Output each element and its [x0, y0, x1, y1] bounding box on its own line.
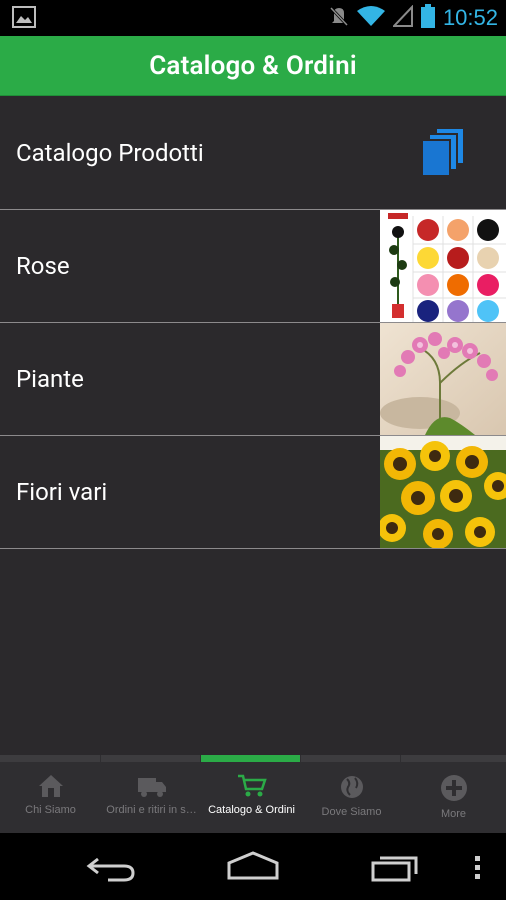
tab-indicator-active [201, 755, 300, 762]
plus-circle-icon [440, 775, 467, 801]
truck-icon [137, 778, 166, 797]
tab-label: Ordini e ritiri in s… [106, 804, 197, 816]
tab-dove-siamo[interactable]: Dove Siamo [301, 762, 402, 833]
tab-indicator [0, 755, 100, 762]
list-item-fiori-vari[interactable]: Fiori vari [0, 436, 506, 549]
tab-indicator [401, 755, 506, 762]
mute-icon [329, 5, 349, 31]
overflow-menu-icon[interactable] [474, 855, 482, 885]
wifi-icon [356, 5, 385, 31]
signal-icon [391, 4, 413, 31]
action-bar: Catalogo & Ordini [0, 36, 506, 96]
home-icon[interactable] [226, 851, 280, 885]
status-clock: 10:52 [442, 5, 498, 30]
tab-catalogo-ordini[interactable]: Catalogo & Ordini [201, 762, 302, 833]
status-bar: 10:52 [0, 0, 506, 36]
orchid-photo [380, 323, 506, 435]
page-title: Catalogo & Ordini [149, 50, 357, 81]
roses-photo [380, 210, 506, 322]
list-item-rose[interactable]: Rose [0, 210, 506, 323]
gallery-notification-icon [12, 6, 38, 28]
list-item-catalogo-prodotti[interactable]: Catalogo Prodotti [0, 96, 506, 210]
list-item-label: Catalogo Prodotti [16, 138, 204, 167]
list-item-label: Fiori vari [16, 478, 108, 506]
tab-label: More [440, 808, 467, 820]
tab-label: Chi Siamo [25, 804, 76, 816]
catalog-list: Catalogo Prodotti Rose Piante Fiori vari [0, 96, 506, 549]
list-item-label: Rose [16, 252, 70, 280]
home-icon [38, 775, 63, 797]
list-item-label: Piante [16, 365, 84, 393]
sunflowers-photo [380, 436, 506, 548]
globe-icon [340, 776, 363, 798]
back-icon[interactable] [86, 853, 136, 887]
system-nav-bar [0, 833, 506, 900]
tab-label: Dove Siamo [321, 806, 382, 818]
list-item-piante[interactable]: Piante [0, 323, 506, 436]
tab-label: Catalogo & Ordini [208, 804, 295, 816]
cart-icon [237, 774, 267, 797]
bottom-tab-bar: Chi Siamo Ordini e ritiri in s… Catalogo… [0, 755, 506, 833]
tab-indicator [301, 755, 400, 762]
tab-indicator [101, 755, 200, 762]
stack-icon [421, 127, 466, 177]
tab-more[interactable]: More [401, 762, 506, 833]
tab-ordini-ritiri[interactable]: Ordini e ritiri in s… [101, 762, 202, 833]
battery-icon [420, 4, 435, 32]
tab-chi-siamo[interactable]: Chi Siamo [0, 762, 101, 833]
recents-icon[interactable] [370, 853, 420, 887]
